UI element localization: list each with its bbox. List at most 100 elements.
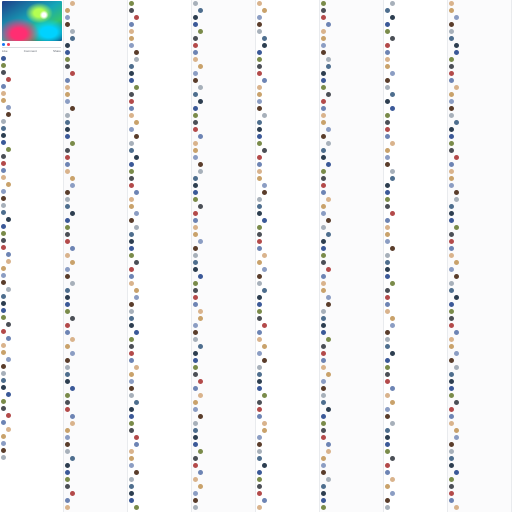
commenter-avatar[interactable] [262,8,267,13]
commenter-avatar[interactable] [1,119,6,124]
commenter-avatar[interactable] [193,386,198,391]
commenter-avatar[interactable] [198,484,203,489]
commenter-avatar[interactable] [129,344,134,349]
commenter-avatar[interactable] [449,484,454,489]
commenter-avatar[interactable] [385,253,390,258]
commenter-avatar[interactable] [65,239,70,244]
commenter-avatar[interactable] [449,162,454,167]
commenter-avatar[interactable] [326,197,331,202]
commenter-avatar[interactable] [65,372,70,377]
commenter-avatar[interactable] [129,386,134,391]
commenter-avatar[interactable] [6,427,11,432]
commenter-avatar[interactable] [6,182,11,187]
commenter-avatar[interactable] [65,225,70,230]
commenter-avatar[interactable] [449,106,454,111]
commenter-avatar[interactable] [321,309,326,314]
commenter-avatar[interactable] [321,358,326,363]
commenter-avatar[interactable] [321,379,326,384]
commenter-avatar[interactable] [454,43,459,48]
commenter-avatar[interactable] [321,344,326,349]
commenter-avatar[interactable] [257,22,262,27]
commenter-avatar[interactable] [129,281,134,286]
commenter-avatar[interactable] [1,441,6,446]
commenter-avatar[interactable] [1,399,6,404]
commenter-avatar[interactable] [193,428,198,433]
commenter-avatar[interactable] [385,449,390,454]
commenter-avatar[interactable] [454,428,459,433]
commenter-avatar[interactable] [449,29,454,34]
commenter-avatar[interactable] [385,309,390,314]
commenter-avatar[interactable] [449,337,454,342]
commenter-avatar[interactable] [129,78,134,83]
commenter-avatar[interactable] [321,351,326,356]
commenter-avatar[interactable] [65,134,70,139]
commenter-avatar[interactable] [262,78,267,83]
commenter-avatar[interactable] [385,43,390,48]
commenter-avatar[interactable] [454,15,459,20]
commenter-avatar[interactable] [257,127,262,132]
comment-button[interactable]: Comment [24,49,37,53]
commenter-avatar[interactable] [449,442,454,447]
commenter-avatar[interactable] [257,309,262,314]
commenter-avatar[interactable] [6,392,11,397]
commenter-avatar[interactable] [193,127,198,132]
commenter-avatar[interactable] [385,442,390,447]
commenter-avatar[interactable] [65,22,70,27]
commenter-avatar[interactable] [134,505,139,510]
commenter-avatar[interactable] [193,176,198,181]
commenter-avatar[interactable] [129,372,134,377]
commenter-avatar[interactable] [257,15,262,20]
commenter-avatar[interactable] [65,218,70,223]
commenter-avatar[interactable] [262,183,267,188]
commenter-avatar[interactable] [129,407,134,412]
commenter-avatar[interactable] [193,400,198,405]
commenter-avatar[interactable] [198,309,203,314]
commenter-avatar[interactable] [385,330,390,335]
commenter-avatar[interactable] [262,288,267,293]
commenter-avatar[interactable] [385,435,390,440]
commenter-avatar[interactable] [321,484,326,489]
commenter-avatar[interactable] [449,253,454,258]
commenter-avatar[interactable] [385,183,390,188]
commenter-avatar[interactable] [198,274,203,279]
commenter-avatar[interactable] [134,330,139,335]
commenter-avatar[interactable] [129,428,134,433]
comment-column-8[interactable] [448,0,512,512]
commenter-avatar[interactable] [326,477,331,482]
commenter-avatar[interactable] [449,456,454,461]
commenter-avatar[interactable] [1,420,6,425]
commenter-avatar[interactable] [454,50,459,55]
commenter-avatar[interactable] [70,246,75,251]
commenter-avatar[interactable] [257,64,262,69]
commenter-avatar[interactable] [129,92,134,97]
commenter-avatar[interactable] [193,141,198,146]
commenter-avatar[interactable] [385,274,390,279]
commenter-avatar[interactable] [193,505,198,510]
commenter-avatar[interactable] [449,344,454,349]
commenter-avatar[interactable] [385,99,390,104]
commenter-avatar[interactable] [257,442,262,447]
commenter-avatar[interactable] [257,134,262,139]
commenter-avatar[interactable] [449,281,454,286]
commenter-avatar[interactable] [326,57,331,62]
commenter-avatar[interactable] [65,288,70,293]
commenter-avatar[interactable] [321,435,326,440]
commenter-avatar[interactable] [390,246,395,251]
commenter-avatar[interactable] [129,8,134,13]
commenter-avatar[interactable] [454,365,459,370]
commenter-avatar[interactable] [257,351,262,356]
commenter-avatar[interactable] [321,120,326,125]
commenter-avatar[interactable] [6,252,11,257]
commenter-avatar[interactable] [385,428,390,433]
commenter-avatar[interactable] [385,393,390,398]
commenter-avatar[interactable] [321,204,326,209]
commenter-avatar[interactable] [193,295,198,300]
commenter-avatar[interactable] [385,498,390,503]
commenter-avatar[interactable] [1,294,6,299]
commenter-avatar[interactable] [129,463,134,468]
commenter-avatar[interactable] [193,57,198,62]
commenter-avatar[interactable] [193,281,198,286]
commenter-avatar[interactable] [193,330,198,335]
commenter-avatar[interactable] [385,57,390,62]
commenter-avatar[interactable] [134,442,139,447]
